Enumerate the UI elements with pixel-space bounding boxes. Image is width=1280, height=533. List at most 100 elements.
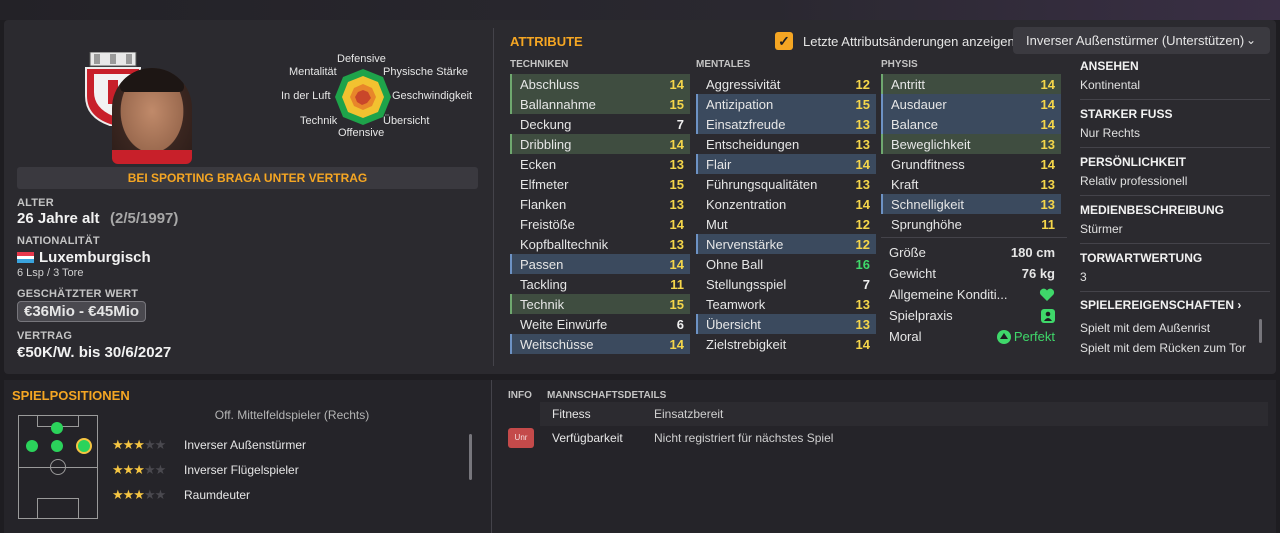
position-dot-aml — [26, 440, 38, 452]
personality-value: Relativ professionell — [1080, 174, 1188, 188]
attribute-row[interactable]: Konzentration 14 — [696, 194, 876, 214]
attribute-row[interactable]: Technik 15 — [510, 294, 690, 314]
attribute-row[interactable]: Aggressivität 12 — [696, 74, 876, 94]
attribute-name: Sprunghöhe — [891, 216, 962, 232]
attribute-row[interactable]: Balance 14 — [881, 114, 1061, 134]
attribute-row[interactable]: Passen 14 — [510, 254, 690, 274]
condition-row[interactable]: Allgemeine Konditi... — [881, 284, 1061, 305]
attribute-row[interactable]: Grundfitness 14 — [881, 154, 1061, 174]
attribute-row[interactable]: Ausdauer 14 — [881, 94, 1061, 114]
divider — [1080, 99, 1270, 100]
nationality-row: Luxemburgisch — [17, 249, 151, 266]
attribute-row[interactable]: Tackling 11 — [510, 274, 690, 294]
traits-scrollbar[interactable] — [1259, 319, 1262, 343]
availability-label: Verfügbarkeit — [552, 431, 623, 445]
tab-team-details[interactable]: MANNSCHAFTSDETAILS — [547, 390, 666, 401]
attribute-row[interactable]: Übersicht 13 — [696, 314, 876, 334]
attribute-row[interactable]: Kraft 13 — [881, 174, 1061, 194]
attribute-name: Ohne Ball — [706, 256, 764, 272]
chevron-right-icon: › — [1234, 298, 1242, 312]
attribute-value: 13 — [855, 116, 870, 132]
attribute-row[interactable]: Schnelligkeit 13 — [881, 194, 1061, 214]
morale-up-icon — [996, 329, 1011, 344]
attribute-name: Aggressivität — [706, 76, 781, 92]
attribute-row[interactable]: Zielstrebigkeit 14 — [696, 334, 876, 354]
attribute-row[interactable]: Führungsqualitäten 13 — [696, 174, 876, 194]
role-row[interactable]: ★★★★★ Inverser Flügelspieler — [112, 457, 462, 482]
attribute-value: 7 — [676, 116, 684, 132]
attribute-value: 13 — [855, 176, 870, 192]
radar-label-defensive: Defensive — [337, 53, 386, 65]
attribute-row[interactable]: Kopfballtechnik 13 — [510, 234, 690, 254]
estimated-value-pill[interactable]: €36Mio - €45Mio — [17, 301, 147, 322]
attribute-name: Führungsqualitäten — [706, 176, 818, 192]
center-circle — [50, 459, 66, 475]
attribute-row[interactable]: Weite Einwürfe 6 — [510, 314, 690, 334]
preferred-foot-label: STARKER FUSS — [1080, 107, 1173, 121]
availability-badge: Unr — [508, 428, 534, 448]
physis-attribute-list: Antritt 14 Ausdauer 14 Balance 14 Beweglichkei… — [881, 74, 1061, 234]
attribute-row[interactable]: Weitschüsse 14 — [510, 334, 690, 354]
role-name: Inverser Flügelspieler — [184, 462, 299, 477]
attribute-row[interactable]: Ohne Ball 16 — [696, 254, 876, 274]
height-label: Größe — [889, 245, 926, 260]
nationality-value: Luxemburgisch — [39, 249, 151, 266]
roles-scrollbar[interactable] — [469, 434, 472, 480]
attribute-value: 15 — [669, 176, 684, 192]
attribute-row[interactable]: Flanken 13 — [510, 194, 690, 214]
attribute-row[interactable]: Antritt 14 — [881, 74, 1061, 94]
attribute-value: 14 — [669, 76, 684, 92]
age-row: 26 Jahre alt (2/5/1997) — [17, 210, 178, 228]
attribute-name: Tackling — [520, 276, 567, 292]
attribute-row[interactable]: Beweglichkeit 13 — [881, 134, 1061, 154]
match-practice-row[interactable]: Spielpraxis — [881, 305, 1061, 326]
attribute-row[interactable]: Mut 12 — [696, 214, 876, 234]
attribute-row[interactable]: Antizipation 15 — [696, 94, 876, 114]
weight-value: 76 kg — [1021, 266, 1055, 281]
goalkeeper-rating-label: TORWARTWERTUNG — [1080, 251, 1203, 265]
show-changes-checkbox[interactable]: ✓ — [775, 32, 793, 50]
attribute-row[interactable]: Abschluss 14 — [510, 74, 690, 94]
nationality-label: NATIONALITÄT — [17, 235, 100, 247]
attribute-row[interactable]: Ecken 13 — [510, 154, 690, 174]
attribute-row[interactable]: Nervenstärke 12 — [696, 234, 876, 254]
attribute-name: Antizipation — [706, 96, 774, 112]
radar-label-vision: Übersicht — [383, 115, 430, 127]
chevron-down-icon: ⌄ — [1245, 33, 1256, 47]
attribute-value: 15 — [855, 96, 870, 112]
attribute-row[interactable]: Stellungsspiel 7 — [696, 274, 876, 294]
star-rating-icon: ★★★★★ — [112, 461, 166, 477]
weight-label: Gewicht — [889, 266, 936, 281]
attribute-row[interactable]: Ballannahme 15 — [510, 94, 690, 114]
morale-row[interactable]: Moral Perfekt — [881, 326, 1061, 347]
attribute-row[interactable]: Freistöße 14 — [510, 214, 690, 234]
role-row[interactable]: ★★★★★ Inverser Außenstürmer — [112, 432, 462, 457]
morale-label: Moral — [889, 329, 922, 344]
attribute-row[interactable]: Elfmeter 15 — [510, 174, 690, 194]
attribute-row[interactable]: Deckung 7 — [510, 114, 690, 134]
divider — [1080, 291, 1270, 292]
attribute-row[interactable]: Dribbling 14 — [510, 134, 690, 154]
main-position: Off. Mittelfeldspieler (Rechts) — [214, 408, 370, 422]
height-value: 180 cm — [1010, 245, 1055, 260]
match-practice-label: Spielpraxis — [889, 308, 953, 323]
attribute-name: Zielstrebigkeit — [706, 336, 787, 352]
radar-label-speed: Geschwindigkeit — [392, 90, 473, 102]
attribute-name: Entscheidungen — [706, 136, 800, 152]
attribute-value: 13 — [669, 236, 684, 252]
contract-value: €50K/W. bis 30/6/2027 — [17, 344, 172, 361]
personality-label: PERSÖNLICHKEIT — [1080, 155, 1187, 169]
attribute-value: 14 — [669, 256, 684, 272]
attribute-name: Grundfitness — [891, 156, 965, 172]
player-traits-link[interactable]: SPIELEREIGENSCHAFTEN › — [1080, 298, 1241, 312]
attribute-row[interactable]: Flair 14 — [696, 154, 876, 174]
role-row[interactable]: ★★★★★ Raumdeuter — [112, 482, 462, 507]
tab-info[interactable]: INFO — [508, 390, 532, 401]
attribute-row[interactable]: Entscheidungen 13 — [696, 134, 876, 154]
attribute-value: 14 — [1040, 76, 1055, 92]
attribute-row[interactable]: Einsatzfreude 13 — [696, 114, 876, 134]
age-value: 26 Jahre alt — [17, 210, 100, 227]
attribute-row[interactable]: Teamwork 13 — [696, 294, 876, 314]
role-dropdown[interactable]: Inverser Außenstürmer (Unterstützen) ⌄ — [1013, 27, 1270, 54]
attribute-row[interactable]: Sprunghöhe 11 — [881, 214, 1061, 234]
